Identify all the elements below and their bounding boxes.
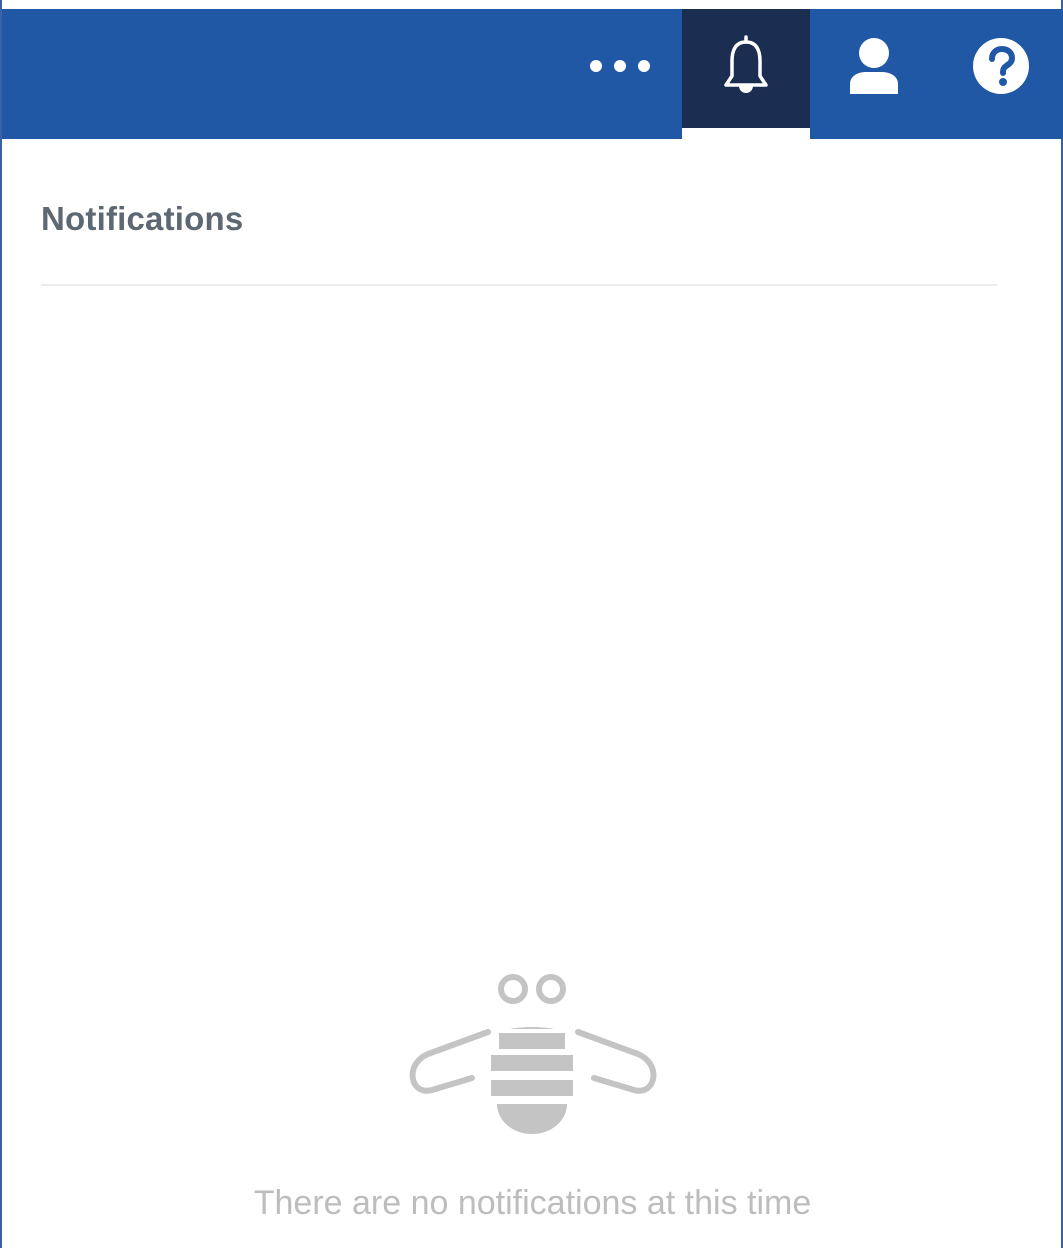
user-icon [848, 36, 900, 101]
empty-state-message: There are no notifications at this time [253, 1184, 812, 1222]
bee-icon [402, 970, 664, 1140]
user-profile-button[interactable] [810, 9, 938, 128]
more-options-button[interactable] [557, 9, 682, 128]
page-title: Notifications [41, 200, 244, 237]
top-navigation-bar [2, 9, 1063, 139]
active-tab-indicator [682, 128, 810, 139]
notifications-button[interactable] [682, 9, 810, 128]
help-icon [972, 37, 1030, 100]
bell-icon [722, 34, 770, 103]
help-button[interactable] [938, 9, 1063, 128]
notifications-panel: Notifications There are no notifications… [0, 0, 1063, 1248]
more-horizontal-icon [589, 59, 651, 78]
title-divider [41, 284, 997, 286]
